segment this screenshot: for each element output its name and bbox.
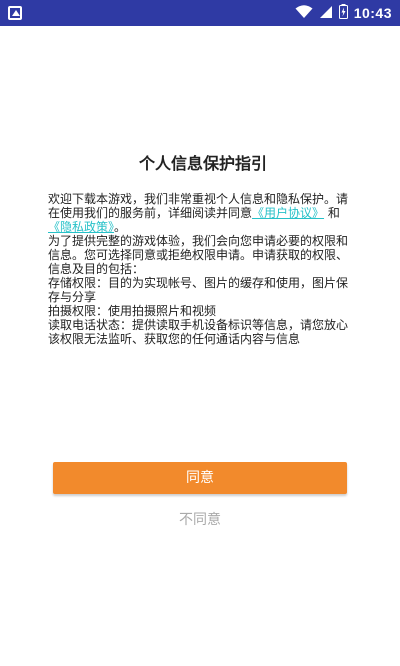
decline-button[interactable]: 不同意 [150,508,250,532]
status-bar: 10:43 [0,0,400,26]
app-notification-icon [8,6,22,20]
privacy-policy-link[interactable]: 《隐私政策》 [48,220,114,234]
agree-button[interactable]: 同意 [53,462,347,494]
storage-permission-paragraph: 存储权限：目的为实现帐号、图片的缓存和使用，图片保存与分享 [48,276,349,304]
and-text: 和 [327,206,340,220]
signal-icon [319,4,333,23]
dialog-body: 欢迎下载本游戏，我们非常重视个人信息和隐私保护。请在使用我们的服务前，详细阅读并… [48,192,358,346]
status-icons: 10:43 [295,0,392,26]
intro-suffix: 。 [114,220,127,234]
user-agreement-link[interactable]: 《用户协议》 [252,206,324,220]
phone-state-permission-paragraph: 读取电话状态：提供读取手机设备标识等信息，请您放心该权限无法监听、获取您的任何通… [48,318,349,346]
status-time: 10:43 [353,5,392,21]
battery-icon [338,3,348,23]
dialog-title: 个人信息保护指引 [138,154,267,173]
intro-paragraph: 欢迎下载本游戏，我们非常重视个人信息和隐私保护。请在使用我们的服务前，详细阅读并… [48,192,358,234]
permission-intro-paragraph: 为了提供完整的游戏体验，我们会向您申请必要的权限和信息。您可选择同意或拒绝权限申… [48,234,349,276]
privacy-dialog: 个人信息保护指引 欢迎下载本游戏，我们非常重视个人信息和隐私保护。请在使用我们的… [48,150,358,346]
wifi-icon [295,4,313,23]
camera-permission-paragraph: 拍摄权限：使用拍摄照片和视频 [48,304,217,318]
